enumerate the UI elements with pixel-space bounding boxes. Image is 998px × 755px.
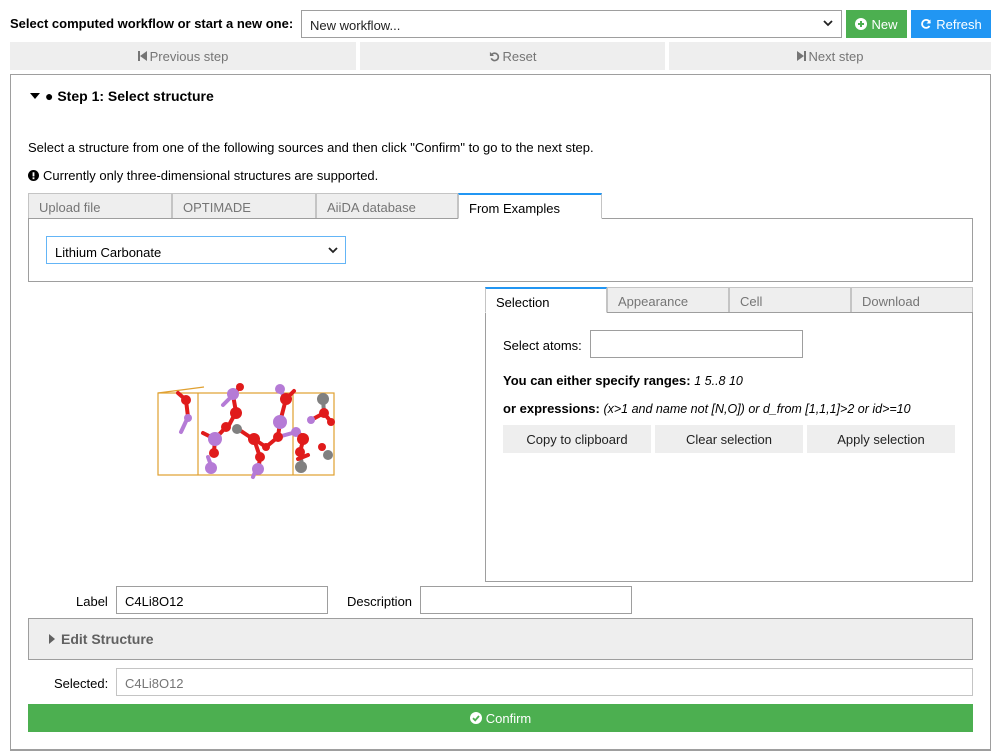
- workflow-select[interactable]: New workflow...: [301, 10, 842, 38]
- check-circle-icon: [469, 712, 482, 724]
- tab-optimade[interactable]: OPTIMADE: [172, 193, 316, 219]
- apply-selection-button[interactable]: Apply selection: [807, 425, 955, 453]
- step-title: ● Step 1: Select structure: [45, 88, 214, 104]
- reset-button[interactable]: Reset: [360, 42, 665, 70]
- next-section-edge: [10, 750, 991, 755]
- clear-selection-button[interactable]: Clear selection: [655, 425, 803, 453]
- caret-right-icon: [49, 634, 55, 644]
- caret-down-icon: [30, 92, 40, 99]
- example-structure-value: Lithium Carbonate: [55, 245, 162, 260]
- workflow-select-label: Select computed workflow or start a new …: [10, 16, 294, 31]
- tab-cell[interactable]: Cell: [729, 287, 851, 313]
- description-input[interactable]: [420, 586, 632, 614]
- workflow-select-value: New workflow...: [310, 18, 401, 33]
- tab-selection[interactable]: Selection: [485, 287, 607, 313]
- undo-icon: [489, 51, 499, 61]
- tab-download[interactable]: Download: [851, 287, 973, 313]
- edit-structure-accordion[interactable]: Edit Structure: [28, 618, 973, 660]
- expressions-hint-example: (x>1 and name not [N,O]) or d_from [1,1,…: [603, 402, 911, 416]
- tab-appearance[interactable]: Appearance: [607, 287, 729, 313]
- chevron-down-icon: [823, 20, 833, 27]
- ranges-hint-label: You can either specify ranges:: [503, 373, 691, 388]
- next-step-label: Next step: [808, 48, 864, 64]
- bonds: [176, 385, 333, 479]
- copy-to-clipboard-button[interactable]: Copy to clipboard: [503, 425, 651, 453]
- step-forward-icon: [796, 51, 806, 61]
- new-workflow-button-label: New: [871, 16, 898, 32]
- structure-viewer[interactable]: [28, 287, 483, 579]
- step-backward-icon: [137, 51, 147, 61]
- plus-circle-icon: [855, 18, 868, 30]
- step-intro: Select a structure from one of the follo…: [28, 140, 594, 155]
- refresh-button[interactable]: Refresh: [911, 10, 991, 38]
- tab-upload-file[interactable]: Upload file: [28, 193, 172, 219]
- support-note-text: Currently only three-dimensional structu…: [43, 168, 379, 183]
- refresh-button-label: Refresh: [936, 16, 982, 32]
- support-note: Currently only three-dimensional structu…: [28, 168, 378, 183]
- refresh-icon: [921, 19, 932, 29]
- ranges-hint: You can either specify ranges: 1 5..8 10: [503, 373, 743, 388]
- step-1-header[interactable]: ● Step 1: Select structure: [30, 88, 214, 104]
- structure-3d-view: [157, 383, 335, 479]
- reset-label: Reset: [502, 48, 537, 64]
- structure-label-input[interactable]: C4Li8O12: [116, 586, 328, 614]
- info-circle-icon: [28, 170, 39, 181]
- new-workflow-button[interactable]: New: [846, 10, 907, 38]
- ranges-hint-example: 1 5..8 10: [694, 374, 743, 388]
- description-label: Description: [347, 594, 413, 609]
- tab-from-examples[interactable]: From Examples: [458, 193, 602, 219]
- selected-structure-field: C4Li8O12: [116, 668, 973, 696]
- previous-step-label: Previous step: [149, 48, 229, 64]
- structure-source-tabs: Upload file OPTIMADE AiiDA database From…: [28, 193, 602, 219]
- atoms: [181, 383, 335, 475]
- expressions-hint-label: or expressions:: [503, 401, 600, 416]
- viewer-tabs: Selection Appearance Cell Download: [485, 287, 973, 313]
- tab-aiida-database[interactable]: AiiDA database: [316, 193, 458, 219]
- select-atoms-label: Select atoms:: [503, 338, 582, 353]
- confirm-button[interactable]: Confirm: [28, 704, 973, 732]
- previous-step-button[interactable]: Previous step: [10, 42, 356, 70]
- confirm-button-label: Confirm: [485, 710, 532, 726]
- selected-label: Selected:: [54, 676, 109, 691]
- next-step-button[interactable]: Next step: [669, 42, 991, 70]
- example-structure-select[interactable]: Lithium Carbonate: [46, 236, 346, 264]
- select-atoms-input[interactable]: [590, 330, 803, 358]
- edit-structure-label: Edit Structure: [61, 631, 154, 647]
- expressions-hint: or expressions: (x>1 and name not [N,O])…: [503, 401, 911, 416]
- chevron-down-icon: [328, 247, 338, 254]
- structure-label-label: Label: [76, 594, 108, 609]
